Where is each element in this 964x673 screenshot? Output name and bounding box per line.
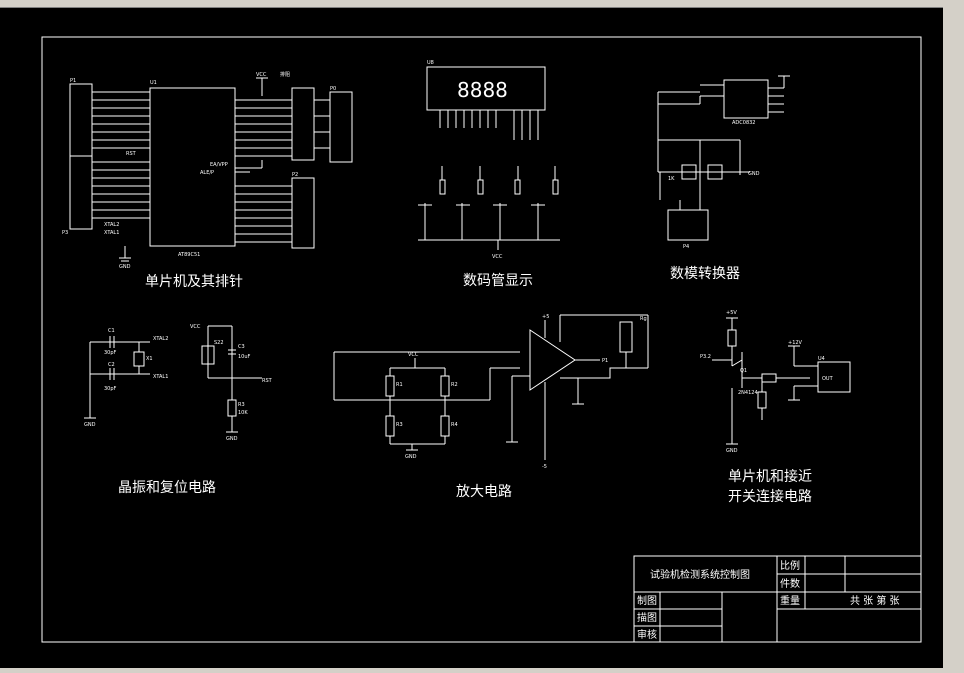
label-u1: U1 — [150, 80, 157, 86]
label-bridge-r1: R1 — [396, 382, 403, 388]
label-c1-value: 30pF — [104, 350, 117, 356]
label-xtal2-osc: XTAL2 — [153, 336, 168, 342]
title-block-traced: 描图 — [637, 611, 657, 624]
bridge-r2 — [440, 375, 450, 397]
label-c2: C2 — [108, 362, 115, 368]
amplifier-section: +5 -5 R1 R2 R3 R4 Rg P1 VCC GND 放大电路 — [333, 314, 649, 500]
mcu-section: U1 AT89C51 VCC GND P1 P3 P0 P2 排阻 XTAL2 … — [62, 71, 353, 290]
label-header: 排阻 — [280, 71, 290, 78]
bridge-r3 — [385, 415, 395, 437]
header-p0 — [291, 87, 315, 161]
crystal-reset-section: C1 C2 30pF 30pF X1 XTAL2 XTAL1 GND VCC S… — [84, 324, 273, 496]
header-p2 — [291, 177, 315, 249]
label-op-minus: -5 — [542, 464, 547, 470]
label-r3-value: 10K — [238, 410, 248, 416]
label-rst-reset: RST — [262, 378, 273, 384]
label-x1: X1 — [146, 356, 153, 362]
title-block: 试验机检测系统控制图 比例 件数 重量 共 张 第 张 制图 描图 审核 — [633, 555, 922, 643]
label-p2: P2 — [292, 172, 298, 178]
label-c3-value: 10uF — [238, 354, 251, 360]
label-p1-out: P1 — [602, 358, 608, 364]
display-digits: 8888 — [457, 78, 508, 102]
label-p32: P3.2 — [700, 354, 711, 360]
label-p4: P4 — [683, 244, 689, 250]
label-c3: C3 — [238, 344, 245, 350]
label-p1: P1 — [70, 78, 76, 84]
label-u8: U8 — [427, 60, 434, 66]
adc-sensor-p4 — [667, 209, 709, 241]
caption-mcu-switch-1: 单片机和接近 — [728, 468, 812, 485]
label-bridge-r2: R2 — [451, 382, 458, 388]
label-s22: S22 — [214, 340, 224, 346]
label-5v: +5V — [726, 310, 737, 316]
label-xtal1: XTAL1 — [104, 230, 119, 236]
label-ea: EA/VPP — [210, 162, 228, 168]
label-u4-out: OUT — [822, 376, 834, 382]
label-xtal2: XTAL2 — [104, 222, 119, 228]
crystal-x1 — [133, 351, 145, 367]
label-c1: C1 — [108, 328, 115, 334]
label-vcc-mcu: VCC — [256, 72, 267, 78]
label-gnd-osc: GND — [84, 422, 96, 428]
caption-mcu-switch-2: 开关连接电路 — [728, 488, 812, 505]
label-adc-1k: 1K — [668, 176, 675, 182]
drawing-canvas[interactable]: U1 AT89C51 VCC GND P1 P3 P0 P2 排阻 XTAL2 … — [0, 7, 943, 668]
label-ale: ALE/P — [200, 170, 214, 176]
proximity-switch-section: +5V +12V P3.2 Q1 2N4124 U4 OUT GND 单片机和接… — [700, 310, 851, 505]
resistor-r3-switch — [761, 373, 777, 383]
resistor-r1-switch — [727, 329, 737, 347]
display-section: 8888 U8 VCC 数码管显示 — [418, 60, 560, 289]
title-block-scale: 比例 — [780, 559, 800, 572]
label-vcc-reset: VCC — [190, 324, 201, 330]
caption-crystal-reset: 晶振和复位电路 — [118, 479, 216, 496]
label-vcc-amp: VCC — [408, 352, 419, 358]
label-adc-part: ADC0832 — [732, 120, 756, 126]
label-u1-part: AT89C51 — [178, 252, 200, 258]
label-vcc-display: VCC — [492, 254, 503, 260]
label-xtal1-osc: XTAL1 — [153, 374, 168, 380]
caption-display: 数码管显示 — [463, 273, 533, 289]
label-gnd-adc: GND — [748, 171, 760, 177]
label-q1-part: 2N4124 — [738, 390, 758, 396]
adc-section: ADC0832 1K P4 GND 数模转换器 — [657, 75, 790, 282]
label-gnd-reset: GND — [226, 436, 238, 442]
title-block-quantity: 件数 — [780, 577, 800, 590]
resistor-r3-reset — [227, 399, 237, 417]
label-rst: RST — [126, 151, 137, 157]
label-op-plus: +5 — [542, 314, 549, 320]
label-bridge-r3: R3 — [396, 422, 403, 428]
title-block-drawing-title: 试验机检测系统控制图 — [650, 568, 750, 581]
title-block-sheets: 共 张 第 张 — [850, 594, 900, 607]
label-rg: Rg — [640, 316, 647, 322]
label-p3: P3 — [62, 230, 68, 236]
adc-chip — [723, 79, 769, 119]
label-r3-reset: R3 — [238, 402, 245, 408]
caption-amplifier: 放大电路 — [456, 484, 512, 500]
bridge-r1 — [385, 375, 395, 397]
window-bottom-bar — [0, 668, 964, 673]
header-p0-right — [329, 91, 353, 163]
label-p0: P0 — [330, 86, 336, 92]
label-bridge-r4: R4 — [451, 422, 458, 428]
title-block-weight: 重量 — [780, 594, 800, 607]
label-gnd-switch: GND — [726, 448, 738, 454]
window-right-scrollbar[interactable] — [943, 7, 964, 673]
label-gnd-mcu: GND — [119, 264, 131, 270]
resistor-r10-switch — [757, 391, 767, 409]
title-block-checked: 审核 — [637, 628, 657, 641]
label-gnd-amp: GND — [405, 454, 417, 460]
label-12v: +12V — [788, 340, 803, 346]
label-q1: Q1 — [740, 368, 747, 374]
op-amp — [529, 329, 576, 391]
bridge-r4 — [440, 415, 450, 437]
label-u4: U4 — [818, 356, 825, 362]
caption-mcu: 单片机及其排针 — [145, 274, 243, 290]
title-block-drawn: 制图 — [637, 594, 657, 607]
resistor-rg — [619, 321, 633, 353]
caption-adc: 数模转换器 — [670, 265, 740, 282]
label-c2-value: 30pF — [104, 386, 117, 392]
